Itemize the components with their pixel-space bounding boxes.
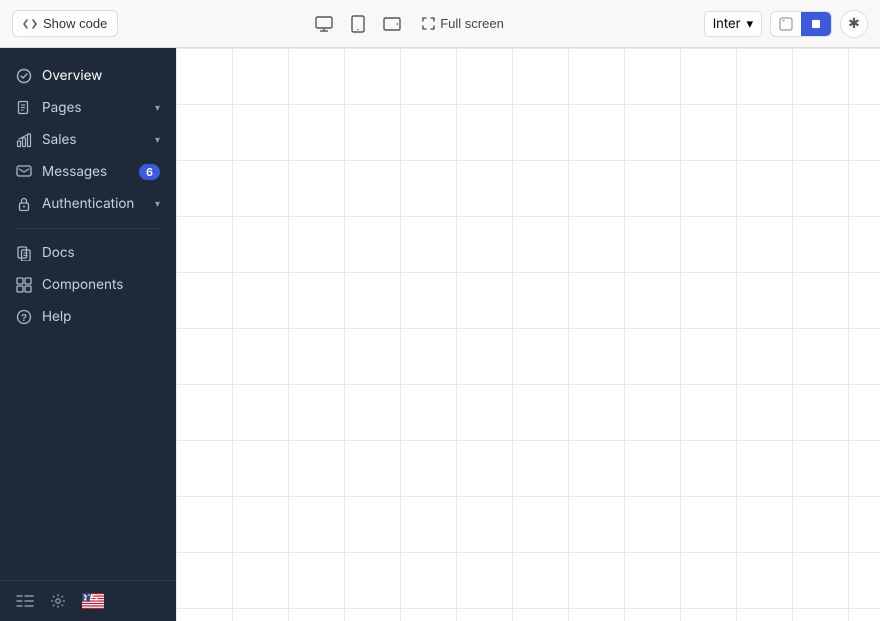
sidebar-divider [16,228,160,229]
grid-background [176,48,880,621]
fullscreen-icon [422,17,435,30]
authentication-label: Authentication [42,196,145,212]
sidebar-item-docs[interactable]: Docs [0,237,176,269]
messages-badge: 6 [139,164,160,180]
font-selector[interactable]: Inter ▾ [704,11,762,37]
show-code-label: Show code [43,16,107,31]
main-area: Overview Pages ▾ [0,48,880,621]
svg-text:?: ? [21,313,27,324]
toolbar-center: Full screen [126,10,695,38]
svg-text:★★★: ★★★ [83,593,97,597]
docs-label: Docs [42,245,160,261]
sidebar-item-overview[interactable]: Overview [0,60,176,92]
theme-dark-button[interactable] [801,12,831,36]
theme-light-button[interactable] [771,12,801,36]
dark-theme-icon [809,17,823,31]
monitor-view-button[interactable] [310,11,338,37]
sidebar-item-components[interactable]: Components [0,269,176,301]
flag-icon[interactable]: ★★★ ★★ ★★★ [82,593,104,609]
toolbar: Show code [0,0,880,48]
sidebar-item-sales[interactable]: Sales ▾ [0,124,176,156]
tablet-portrait-icon [351,15,365,33]
help-icon: ? [16,309,32,325]
docs-icon [16,245,32,261]
sidebar-item-messages[interactable]: Messages 6 [0,156,176,188]
sidebar: Overview Pages ▾ [0,48,176,621]
tablet-portrait-button[interactable] [346,10,370,38]
tablet-landscape-icon [383,17,401,31]
font-name: Inter [713,16,741,32]
asterisk-icon: ✱ [848,15,860,32]
monitor-icon [315,16,333,32]
messages-label: Messages [42,164,129,180]
auth-chevron-icon: ▾ [155,198,160,210]
toolbar-right: Inter ▾ ✱ [704,10,868,38]
components-icon [16,277,32,293]
asterisk-button[interactable]: ✱ [840,10,868,38]
sidebar-item-help[interactable]: ? Help [0,301,176,333]
light-theme-icon [779,17,793,31]
messages-icon [16,164,32,180]
help-label: Help [42,309,160,325]
pages-label: Pages [42,100,145,116]
settings-icon[interactable] [50,593,66,609]
code-icon [23,17,37,31]
full-screen-label: Full screen [440,16,504,31]
sidebar-bottom: ★★★ ★★ ★★★ [0,580,176,621]
pages-chevron-icon: ▾ [155,102,160,114]
full-screen-button[interactable]: Full screen [414,11,512,36]
auth-icon [16,196,32,212]
bars-icon[interactable] [16,594,34,608]
sales-label: Sales [42,132,145,148]
sales-chevron-icon: ▾ [155,134,160,146]
content-area [176,48,880,621]
components-label: Components [42,277,160,293]
font-chevron-icon: ▾ [746,16,753,32]
overview-icon [16,68,32,84]
sidebar-nav: Overview Pages ▾ [0,48,176,580]
tablet-landscape-button[interactable] [378,12,406,36]
show-code-button[interactable]: Show code [12,10,118,37]
sales-icon [16,132,32,148]
sidebar-item-pages[interactable]: Pages ▾ [0,92,176,124]
pages-icon [16,100,32,116]
sidebar-item-authentication[interactable]: Authentication ▾ [0,188,176,220]
theme-toggle [770,11,832,37]
overview-label: Overview [42,68,160,84]
